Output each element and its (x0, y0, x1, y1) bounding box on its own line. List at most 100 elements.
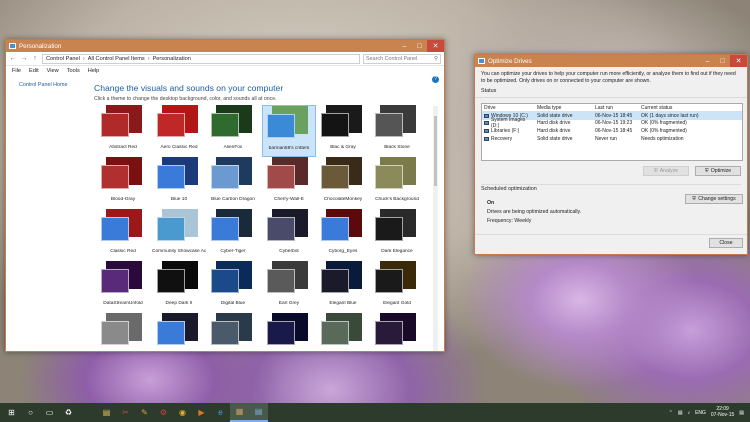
col-drive[interactable]: Drive (482, 105, 534, 111)
breadcrumb-all-items[interactable]: All Control Panel Items (88, 56, 145, 62)
analyze-button[interactable]: ⛨ Analyze (643, 166, 689, 176)
chevron-up-icon[interactable]: ⌃ (669, 410, 673, 416)
theme-item[interactable]: Cherry-Wall-E (262, 157, 316, 209)
theme-color-preview (157, 165, 185, 189)
theme-item[interactable] (206, 313, 260, 353)
theme-item[interactable]: barman58's critters (262, 105, 316, 157)
theme-item[interactable]: ChocolateMonkey (316, 157, 370, 209)
network-icon[interactable]: ▤ (678, 410, 683, 416)
theme-item[interactable]: Chuck's Background (370, 157, 424, 209)
change-settings-button[interactable]: ⛨ Change settings (685, 194, 743, 204)
schedule-frequency: Frequency: Weekly (487, 217, 532, 224)
scrollbar-thumb[interactable] (434, 116, 437, 186)
back-arrow-icon[interactable]: ← (9, 55, 17, 63)
theme-item[interactable]: Digital Blue (206, 261, 260, 313)
theme-item[interactable]: Blac & Gray (316, 105, 370, 157)
notifications-icon[interactable]: ▤ (739, 410, 744, 416)
table-row[interactable]: Recovery Solid state drive Never run Nee… (482, 135, 742, 143)
chrome-icon[interactable]: ◉ (173, 403, 192, 422)
title-bar[interactable]: Personalization – □ ✕ (6, 40, 444, 52)
last-run: Never run (595, 135, 617, 142)
optimize-button[interactable]: ⛨ Optimize (695, 166, 741, 176)
search-input[interactable]: Search Control Panel ⚲ (363, 53, 441, 64)
maximize-button[interactable]: □ (715, 55, 730, 67)
media-player-icon[interactable]: ▶ (192, 403, 211, 422)
theme-label: Cyborg_Eyes (328, 249, 358, 254)
recycle-bin-icon[interactable]: ♻ (59, 403, 78, 422)
table-row[interactable]: System Images (D:) Hard disk drive 06-No… (482, 117, 742, 129)
theme-color-preview (321, 113, 349, 137)
maximize-button[interactable]: □ (412, 40, 427, 52)
theme-item[interactable]: Blue 10 (152, 157, 206, 209)
title-bar[interactable]: Optimize Drives – □ ✕ (475, 55, 747, 67)
theme-color-preview (267, 165, 295, 189)
address-box[interactable]: Control Panel › All Control Panel Items … (42, 53, 360, 64)
close-dialog-button[interactable]: Close (709, 238, 743, 248)
menu-help[interactable]: Help (88, 68, 100, 74)
search-icon[interactable]: ○ (21, 403, 40, 422)
last-run: 06-Nov-15 19:23 (595, 120, 633, 127)
theme-label: Dark Elegance (381, 249, 413, 254)
theme-item[interactable] (370, 313, 424, 353)
theme-item[interactable]: DataStreamUnfold (96, 261, 150, 313)
col-current-status[interactable]: Current status (638, 105, 742, 111)
task-view-icon[interactable]: ▭ (40, 403, 59, 422)
volume-icon[interactable]: ♪ (688, 410, 691, 416)
current-status: OK (1 days since last run) (641, 112, 699, 119)
theme-item[interactable]: Cyberbot (262, 209, 316, 261)
snipping-tool-icon[interactable]: ✂ (116, 403, 135, 422)
tool-icon[interactable]: ⚙ (154, 403, 173, 422)
close-button[interactable]: ✕ (730, 55, 747, 67)
theme-thumbnail (211, 261, 255, 298)
theme-color-preview (157, 217, 185, 241)
theme-item[interactable] (152, 313, 206, 353)
theme-item[interactable]: Community Showcase Aqua 4 (152, 209, 206, 261)
theme-item[interactable]: Elegant Gold (370, 261, 424, 313)
control-panel-home-link[interactable]: Control Panel Home (19, 82, 68, 88)
theme-item[interactable]: Elegant Blue (316, 261, 370, 313)
theme-item[interactable]: Aero Classic Red (152, 105, 206, 157)
theme-item[interactable] (96, 313, 150, 353)
clock[interactable]: 22:09 07-Nov-15 (711, 406, 734, 419)
edge-icon[interactable]: e (211, 403, 230, 422)
theme-thumbnail (375, 105, 419, 142)
control-panel-taskbar-icon[interactable]: ▦ (230, 403, 249, 422)
language-indicator[interactable]: ENG (695, 410, 706, 416)
theme-item[interactable]: AlienFox (206, 105, 260, 157)
start-button[interactable]: ⊞ (2, 403, 21, 422)
theme-item[interactable] (262, 313, 316, 353)
optimize-drives-taskbar-icon[interactable]: ▤ (249, 403, 268, 422)
menu-tools[interactable]: Tools (67, 68, 80, 74)
table-row[interactable]: Libraries (F:) Hard disk drive 06-Nov-15… (482, 127, 742, 135)
theme-item[interactable]: Blood-Gray (96, 157, 150, 209)
theme-color-preview (157, 321, 185, 345)
theme-item[interactable]: Earl Grey (262, 261, 316, 313)
theme-item[interactable]: Abstract Red (96, 105, 150, 157)
paint-icon[interactable]: ✎ (135, 403, 154, 422)
menu-view[interactable]: View (47, 68, 59, 74)
breadcrumb-personalization[interactable]: Personalization (153, 56, 191, 62)
theme-item[interactable]: Dark Elegance (370, 209, 424, 261)
theme-item[interactable]: Blue Carbon Dragon (206, 157, 260, 209)
theme-item[interactable]: Black Stone (370, 105, 424, 157)
file-explorer-icon[interactable]: ▤ (97, 403, 116, 422)
theme-item[interactable]: Cyber-Tiger (206, 209, 260, 261)
menu-file[interactable]: File (12, 68, 21, 74)
theme-label: Classic Red (110, 249, 136, 254)
close-button[interactable]: ✕ (427, 40, 444, 52)
forward-arrow-icon[interactable]: → (20, 55, 28, 63)
theme-color-preview (157, 269, 185, 293)
vertical-scrollbar[interactable] (433, 106, 438, 351)
theme-item[interactable]: Deep Dark II (152, 261, 206, 313)
minimize-button[interactable]: – (397, 40, 412, 52)
menu-edit[interactable]: Edit (29, 68, 39, 74)
breadcrumb-control-panel[interactable]: Control Panel (46, 56, 80, 62)
up-arrow-icon[interactable]: ↑ (31, 55, 39, 63)
theme-item[interactable]: Classic Red (96, 209, 150, 261)
col-last-run[interactable]: Last run (592, 105, 638, 111)
col-media-type[interactable]: Media type (534, 105, 592, 111)
theme-item[interactable] (316, 313, 370, 353)
minimize-button[interactable]: – (700, 55, 715, 67)
theme-item[interactable]: Cyborg_Eyes (316, 209, 370, 261)
theme-label: Chuck's Background (375, 197, 419, 202)
